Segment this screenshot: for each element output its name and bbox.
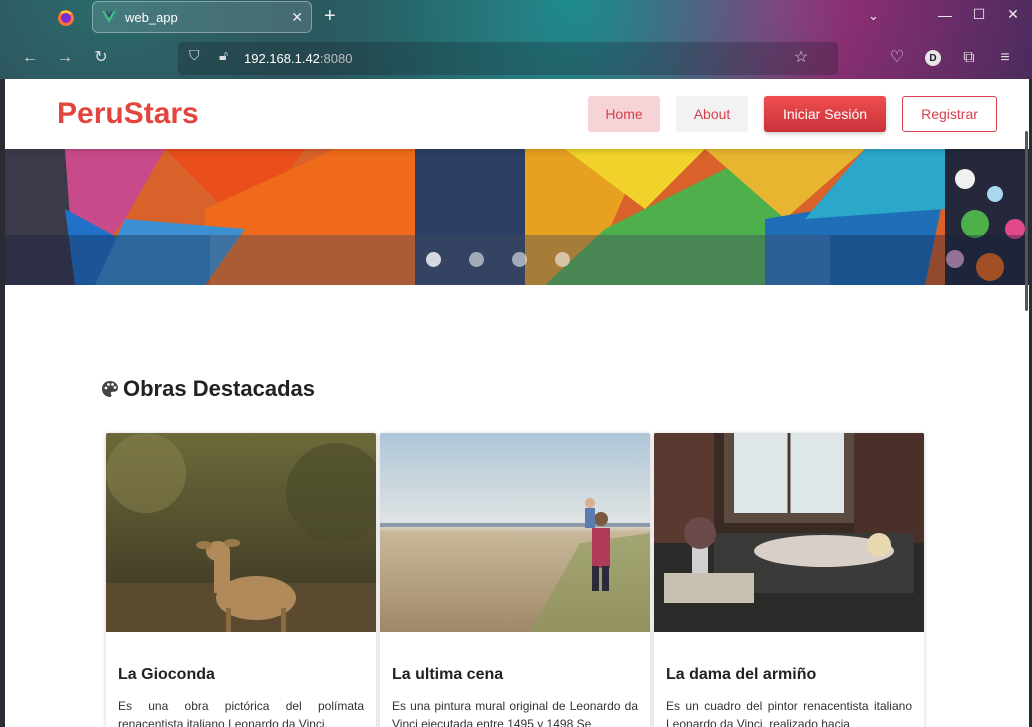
palette-icon — [102, 381, 118, 397]
home-button[interactable]: Home — [588, 96, 660, 132]
firefox-icon[interactable] — [52, 4, 80, 32]
card-description: Es una obra pictórica del polímata renac… — [118, 699, 364, 727]
extensions-icon[interactable]: ⧉ — [959, 48, 979, 68]
artwork-card[interactable]: La Gioconda Es una obra pictórica del po… — [106, 433, 376, 727]
carousel-dot[interactable] — [555, 252, 570, 267]
card-title: La dama del armiño — [666, 666, 817, 683]
site-logo[interactable]: PeruStars — [57, 97, 199, 131]
carousel-dot[interactable] — [426, 252, 441, 267]
card-description: Es un cuadro del pintor renacentista ita… — [666, 699, 912, 727]
forward-icon[interactable]: → — [55, 48, 75, 68]
maximize-icon[interactable]: ☐ — [972, 6, 986, 23]
tab-close-icon[interactable]: ✕ — [291, 9, 303, 26]
url-bar[interactable]: 192.168.1.42:8080 — [178, 42, 838, 75]
shield-icon[interactable]: ⛉ — [189, 47, 200, 64]
reload-icon[interactable]: ↻ — [91, 48, 111, 68]
artwork-card[interactable]: La dama del armiño Es un cuadro del pint… — [654, 433, 924, 727]
pocket-icon[interactable]: ♡ — [887, 48, 907, 68]
register-button[interactable]: Registrar — [902, 96, 997, 132]
card-image-deer — [106, 433, 376, 632]
card-title: La Gioconda — [118, 666, 215, 683]
site-header: PeruStars Home About Iniciar Sesión Regi… — [5, 79, 1029, 149]
section-title: Obras Destacadas — [101, 376, 315, 402]
menu-icon[interactable]: ≡ — [995, 48, 1015, 68]
artwork-card[interactable]: La ultima cena Es una pintura mural orig… — [380, 433, 650, 727]
back-icon[interactable]: ← — [20, 48, 40, 68]
url-port: :8080 — [319, 51, 353, 66]
carousel-dot[interactable] — [469, 252, 484, 267]
vue-icon — [102, 11, 116, 23]
card-image-beach — [380, 433, 650, 632]
close-window-icon[interactable]: ✕ — [1006, 6, 1020, 23]
minimize-icon[interactable]: — — [938, 7, 952, 23]
about-button[interactable]: About — [676, 96, 748, 132]
tab-title: web_app — [125, 9, 178, 25]
hero-carousel — [5, 149, 1029, 285]
new-tab-icon[interactable]: + — [324, 6, 336, 26]
card-image-sofa — [654, 433, 924, 632]
lock-icon[interactable]: 🔓︎ — [219, 47, 228, 64]
login-button[interactable]: Iniciar Sesión — [764, 96, 886, 132]
page-scrollbar[interactable] — [1025, 131, 1028, 311]
browser-navbar: ← → ↻ 192.168.1.42:8080 ⛉ 🔓︎ ☆ ♡ D ⧉ ≡ — [0, 38, 1032, 79]
web-page: PeruStars Home About Iniciar Sesión Regi… — [5, 79, 1029, 727]
bookmark-star-icon[interactable]: ☆ — [791, 48, 811, 68]
card-description: Es una pintura mural original de Leonard… — [392, 699, 638, 727]
section-title-text: Obras Destacadas — [123, 376, 315, 401]
account-avatar[interactable]: D — [925, 50, 941, 66]
browser-tabbar: web_app ✕ + ⌄ — ☐ ✕ — [0, 0, 1032, 36]
chevron-down-icon[interactable]: ⌄ — [868, 8, 879, 24]
carousel-dot[interactable] — [512, 252, 527, 267]
url-host: 192.168.1.42 — [244, 51, 320, 66]
tab-web-app[interactable]: web_app ✕ — [92, 1, 312, 33]
card-title: La ultima cena — [392, 666, 504, 683]
carousel-indicators — [5, 252, 1029, 267]
